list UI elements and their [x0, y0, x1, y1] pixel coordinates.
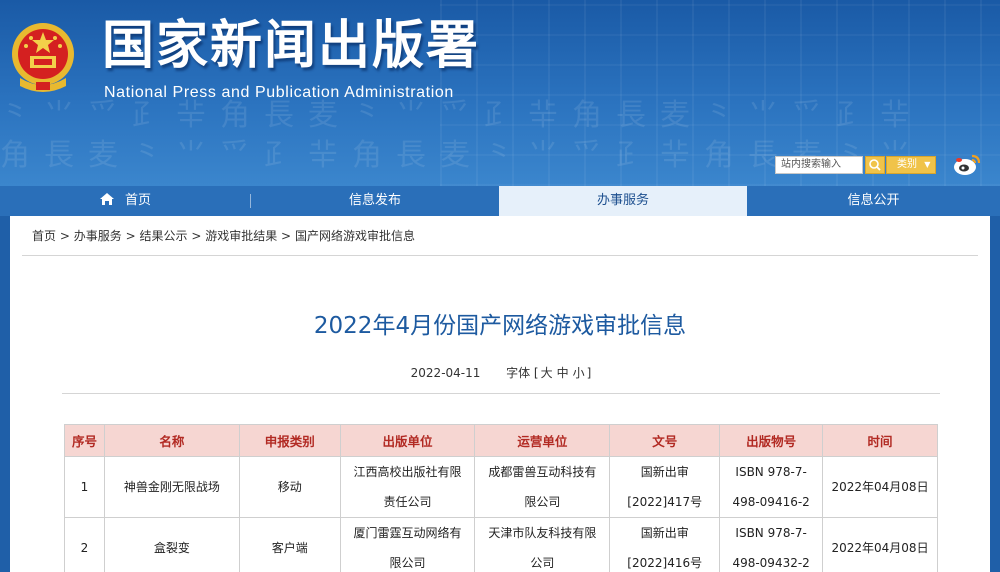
game-approval-table: 序号 名称 申报类别 出版单位 运营单位 文号 出版物号 时间 1 神兽金刚无限…: [64, 424, 938, 572]
search-button[interactable]: [865, 156, 885, 174]
approval-line: [2022]417号: [627, 495, 703, 509]
approval-number: 国新出审 [2022]417号: [609, 456, 721, 518]
column-header: 出版物号: [719, 424, 824, 457]
category-dropdown[interactable]: 类别 ▼: [886, 156, 936, 174]
table-row: 1 神兽金刚无限战场 移动 江西高校出版社有限 责任公司 成都雷兽互动科技有 限公司…: [64, 456, 938, 518]
nav-label-info-disclosure: 信息公开: [847, 193, 900, 208]
breadcrumb-item-current[interactable]: 国产网络游戏审批信息: [295, 229, 415, 243]
approval-number: 国新出审 [2022]416号: [609, 517, 721, 572]
column-header: 申报类别: [238, 424, 341, 457]
site-search-input[interactable]: 站内搜索输入: [775, 156, 863, 174]
font-size-large[interactable]: 大: [539, 366, 555, 380]
breadcrumb-separator: >: [191, 229, 202, 243]
bracket-close: ]: [586, 366, 592, 380]
search-icon: [869, 159, 881, 171]
publisher: 江西高校出版社有限 责任公司: [339, 456, 476, 518]
font-size-medium[interactable]: 中: [555, 366, 571, 380]
breadcrumb-separator: >: [125, 229, 136, 243]
column-header: 出版单位: [339, 424, 476, 457]
approval-date: 2022年04月08日: [822, 517, 938, 572]
nav-item-services[interactable]: 办事服务: [499, 186, 747, 216]
bracket-open: [: [533, 366, 539, 380]
site-banner: ⺀⺌⺤⺪⺸⻆⻑⻨⺀⺌⺤⺪⺸⻆⻑⻨⺀⺌⺤⺪⺸ ⻆⻑⻨⺀⺌⺤⺪⺸⻆⻑⻨⺀⺌⺤⺪⺸⻆⻑…: [0, 0, 1000, 186]
home-icon: [99, 193, 114, 205]
nav-label-home: 首页: [124, 193, 151, 208]
breadcrumb-separator: >: [281, 229, 292, 243]
operator: 成都雷兽互动科技有 限公司: [474, 456, 611, 518]
font-size-label: 字体: [506, 366, 531, 380]
nav-item-info-disclosure[interactable]: 信息公开: [747, 186, 1000, 216]
operator: 天津市队友科技有限 公司: [474, 517, 611, 572]
nav-item-info-release[interactable]: 信息发布: [251, 186, 499, 216]
row-number: 1: [64, 456, 105, 518]
isbn-line: ISBN 978-7-: [735, 465, 807, 479]
operator-line: 成都雷兽互动科技有: [488, 465, 597, 479]
breadcrumb-item-results[interactable]: 结果公示: [139, 229, 187, 243]
page-title: 2022年4月份国产网络游戏审批信息: [313, 313, 687, 339]
application-category: 移动: [238, 456, 341, 518]
main-content: 首页 > 办事服务 > 结果公示 > 游戏审批结果 > 国产网络游戏审批信息 2…: [10, 216, 990, 572]
site-subtitle: National Press and Publication Administr…: [104, 84, 454, 101]
approval-line: 国新出审: [640, 465, 689, 479]
breadcrumb-item-services[interactable]: 办事服务: [74, 229, 122, 243]
approval-line: [2022]416号: [627, 556, 703, 570]
isbn-line: 498-09416-2: [732, 495, 810, 509]
breadcrumb-item-game-approval[interactable]: 游戏审批结果: [205, 229, 277, 243]
application-category: 客户端: [238, 517, 341, 572]
approval-date: 2022年04月08日: [822, 456, 938, 518]
publisher-line: 责任公司: [383, 495, 432, 509]
category-label: 类别: [897, 159, 917, 170]
article-meta: 2022-04-11 字体 [大中小]: [62, 364, 940, 394]
publisher-line: 限公司: [389, 556, 426, 570]
national-emblem-icon: [12, 23, 74, 92]
column-header: 文号: [609, 424, 721, 457]
operator-line: 限公司: [524, 495, 561, 509]
table-header-row: 序号 名称 申报类别 出版单位 运营单位 文号 出版物号 时间: [64, 424, 938, 457]
site-title: 国家新闻出版署: [102, 16, 481, 76]
column-header: 运营单位: [474, 424, 611, 457]
row-number: 2: [64, 517, 105, 572]
game-name: 盒裂变: [103, 517, 240, 572]
breadcrumb-item-home[interactable]: 首页: [32, 229, 56, 243]
publish-date: 2022-04-11: [410, 366, 481, 380]
main-navigation: 首页 信息发布 办事服务 信息公开: [0, 186, 1000, 216]
isbn-line: ISBN 978-7-: [735, 526, 807, 540]
column-header: 时间: [822, 424, 938, 457]
publisher-line: 江西高校出版社有限: [353, 465, 462, 479]
nav-label-services: 办事服务: [596, 193, 649, 208]
column-header: 序号: [64, 424, 105, 457]
weibo-icon[interactable]: [952, 152, 982, 178]
font-size-small[interactable]: 小: [571, 366, 587, 380]
approval-line: 国新出审: [640, 526, 689, 540]
game-name: 神兽金刚无限战场: [103, 456, 240, 518]
publisher: 厦门雷霆互动网络有 限公司: [339, 517, 476, 572]
publisher-line: 厦门雷霆互动网络有: [353, 526, 462, 540]
operator-line: 公司: [530, 556, 555, 570]
isbn: ISBN 978-7- 498-09416-2: [719, 456, 824, 518]
breadcrumb: 首页 > 办事服务 > 结果公示 > 游戏审批结果 > 国产网络游戏审批信息: [22, 216, 978, 256]
table-row: 2 盒裂变 客户端 厦门雷霆互动网络有 限公司 天津市队友科技有限 公司 国新出审 […: [64, 517, 938, 572]
isbn: ISBN 978-7- 498-09432-2: [719, 517, 824, 572]
nav-label-info-release: 信息发布: [348, 193, 401, 208]
isbn-line: 498-09432-2: [732, 556, 810, 570]
chevron-down-icon: ▼: [924, 160, 931, 169]
breadcrumb-separator: >: [59, 229, 70, 243]
operator-line: 天津市队友科技有限: [488, 526, 597, 540]
column-header: 名称: [103, 424, 240, 457]
nav-item-home[interactable]: 首页: [0, 186, 250, 216]
